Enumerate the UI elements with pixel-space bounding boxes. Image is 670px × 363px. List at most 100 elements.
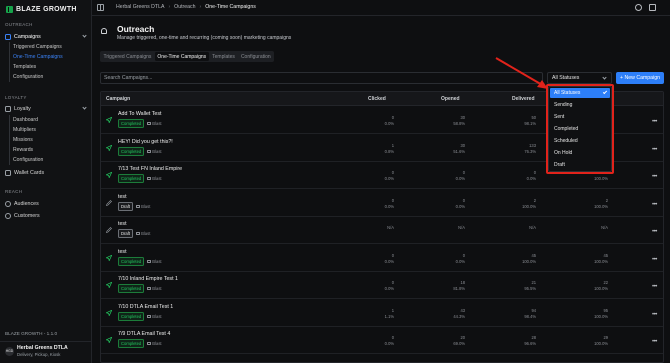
campaign-name[interactable]: 7/10 DTLA Email Test 1 (118, 304, 173, 310)
store-switcher[interactable]: HGD Herbal Greens DTLA Delivery, Pickup,… (5, 345, 68, 357)
breadcrumb-store[interactable]: Herbal Greens DTLA (116, 4, 164, 10)
campaign-name[interactable]: test (118, 249, 127, 255)
column-header-clicked[interactable]: Clicked (368, 96, 386, 102)
new-campaign-button[interactable]: + New Campaign (616, 72, 664, 84)
bell-icon (101, 28, 107, 34)
sidebar-item-multipliers[interactable]: Multipliers (13, 126, 36, 134)
column-header-delivered[interactable]: Delivered (512, 96, 535, 102)
sidebar-item-wallet-cards[interactable]: Wallet Cards (5, 168, 89, 177)
campaign-name[interactable]: 7/9 DTLA Email Test 4 (118, 331, 170, 337)
section-reach: REACH (5, 189, 23, 194)
status-option-scheduled[interactable]: Scheduled (550, 136, 610, 146)
sidebar-item-one-time-campaigns[interactable]: One-Time Campaigns (13, 53, 63, 61)
channel-label: Blast (147, 259, 162, 264)
sidebar-item-loyalty[interactable]: Loyalty (5, 104, 89, 113)
status-option-on-hold[interactable]: On Hold (550, 148, 610, 158)
status-option-draft[interactable]: Draft (550, 160, 610, 170)
status-dropdown-menu: All Statuses Sending Sent Completed Sche… (548, 86, 612, 172)
row-actions-menu-icon[interactable]: ••• (652, 284, 657, 290)
clicked-rate: 0.0% (384, 341, 394, 346)
sidebar-item-audiences[interactable]: Audiences (5, 199, 89, 208)
column-header-campaign[interactable]: Campaign (106, 96, 130, 102)
sidebar-item-campaigns[interactable]: Campaigns (5, 32, 89, 41)
clicked-count: 0 (391, 280, 394, 285)
status-badge: Completed (118, 311, 145, 321)
sidebar-item-loyalty-configuration[interactable]: Configuration (13, 156, 43, 164)
mail-icon (147, 177, 152, 180)
status-option-sending[interactable]: Sending (550, 100, 610, 110)
opened-rate: 0.0% (455, 203, 465, 209)
sidebar-item-templates[interactable]: Templates (13, 63, 36, 71)
table-row[interactable]: test Draft Blast 0 0.0% 0 0.0% 2 100.0% 2 100.0% ••… (101, 190, 663, 217)
campaign-name[interactable]: 7/10 Inland Empire Test 1 (118, 276, 178, 282)
tab-one-time-campaigns[interactable]: One-Time Campaigns (154, 52, 209, 61)
status-option-completed[interactable]: Completed (550, 124, 610, 134)
row-actions-menu-icon[interactable]: ••• (652, 312, 657, 318)
users-icon (5, 212, 11, 219)
brand-logo[interactable]: BLAZE GROWTH (6, 4, 77, 14)
sidebar-item-dashboard[interactable]: Dashboard (13, 116, 38, 124)
target-icon (5, 200, 11, 207)
tab-configuration[interactable]: Configuration (238, 52, 273, 61)
pencil-icon (106, 227, 112, 233)
tab-triggered-campaigns[interactable]: Triggered Campaigns (101, 52, 154, 61)
column-header-opened[interactable]: Opened (441, 96, 460, 102)
table-row[interactable]: test Completed Blast 0 0.0% 0 0.0% 45 100.0% 45 10… (101, 245, 663, 272)
sidebar-item-rewards[interactable]: Rewards (13, 146, 33, 154)
breadcrumb: Herbal Greens DTLA › Outreach › One-Time… (116, 4, 256, 10)
delivered-count: 94 (531, 307, 536, 313)
opened-count: 0 (462, 197, 465, 203)
delivered-rate: 95.5% (524, 286, 536, 291)
table-row[interactable]: 7/10 DTLA Email Test 1 Completed Blast 1 1.1… (101, 300, 663, 327)
opened-count: N/A (458, 225, 465, 230)
row-actions-menu-icon[interactable]: ••• (652, 202, 657, 208)
campaign-name[interactable]: HEY! Did you get this?! (118, 139, 173, 145)
last-count: 22 (603, 280, 608, 285)
sidebar-item-missions[interactable]: Missions (13, 136, 33, 144)
clicked-count: N/A (387, 225, 394, 230)
opened-count: 20 (460, 335, 465, 340)
breadcrumb-outreach[interactable]: Outreach (174, 4, 195, 10)
clicked-rate: 1.1% (384, 313, 394, 319)
sidebar-item-customers[interactable]: Customers (5, 211, 89, 220)
table-row[interactable]: 7/9 DTLA Email Test 4 Completed Blast 0 0.0%… (101, 327, 663, 354)
table-row[interactable]: test Draft Blast N/A N/A N/A N/A ••• (101, 217, 663, 244)
search-input[interactable]: Search Campaigns... (100, 72, 543, 84)
table-row[interactable]: 7/10 Inland Empire Test 1 Completed Blast 0… (101, 272, 663, 299)
delivered-rate: 98.4% (524, 313, 536, 319)
delivered-count: 133 (529, 142, 536, 148)
status-option-sent[interactable]: Sent (550, 112, 610, 122)
delivered-rate: 0.0% (526, 176, 536, 181)
campaign-name[interactable]: test (118, 221, 127, 227)
campaign-name[interactable]: test (118, 194, 127, 200)
delivered-rate: 100.0% (522, 258, 536, 264)
sidebar-item-triggered-campaigns[interactable]: Triggered Campaigns (13, 43, 62, 51)
row-actions-menu-icon[interactable]: ••• (652, 147, 657, 153)
channel-label: Blast (147, 286, 162, 291)
row-actions-menu-icon[interactable]: ••• (652, 174, 657, 180)
row-actions-menu-icon[interactable]: ••• (652, 119, 657, 125)
tab-templates[interactable]: Templates (210, 52, 238, 61)
status-badge: Draft (118, 201, 134, 211)
opened-count: 18 (460, 280, 465, 285)
breadcrumb-separator: › (199, 4, 202, 10)
delivered-rate: 96.6% (524, 341, 536, 346)
last-count: 29 (603, 335, 608, 340)
opened-count: 43 (460, 307, 465, 313)
row-actions-menu-icon[interactable]: ••• (652, 257, 657, 263)
send-icon (106, 309, 112, 316)
sidebar-item-configuration[interactable]: Configuration (13, 73, 43, 81)
campaign-meta: Completed Blast (118, 284, 162, 293)
channel-label: Blast (147, 341, 162, 346)
row-actions-menu-icon[interactable]: ••• (652, 339, 657, 345)
chat-icon[interactable] (635, 4, 642, 11)
campaign-name[interactable]: Add To Wallet Test (118, 111, 161, 117)
status-option-all[interactable]: All Statuses (550, 88, 610, 98)
grid-icon[interactable] (649, 4, 656, 11)
row-actions-menu-icon[interactable]: ••• (652, 229, 657, 235)
status-filter-select[interactable]: All Statuses (547, 72, 612, 84)
campaign-name[interactable]: 7/13 Test FN Inland Empire (118, 166, 182, 172)
status-badge: Draft (118, 229, 134, 238)
section-loyalty: LOYALTY (5, 95, 27, 100)
sidebar-toggle-icon[interactable] (97, 4, 104, 11)
